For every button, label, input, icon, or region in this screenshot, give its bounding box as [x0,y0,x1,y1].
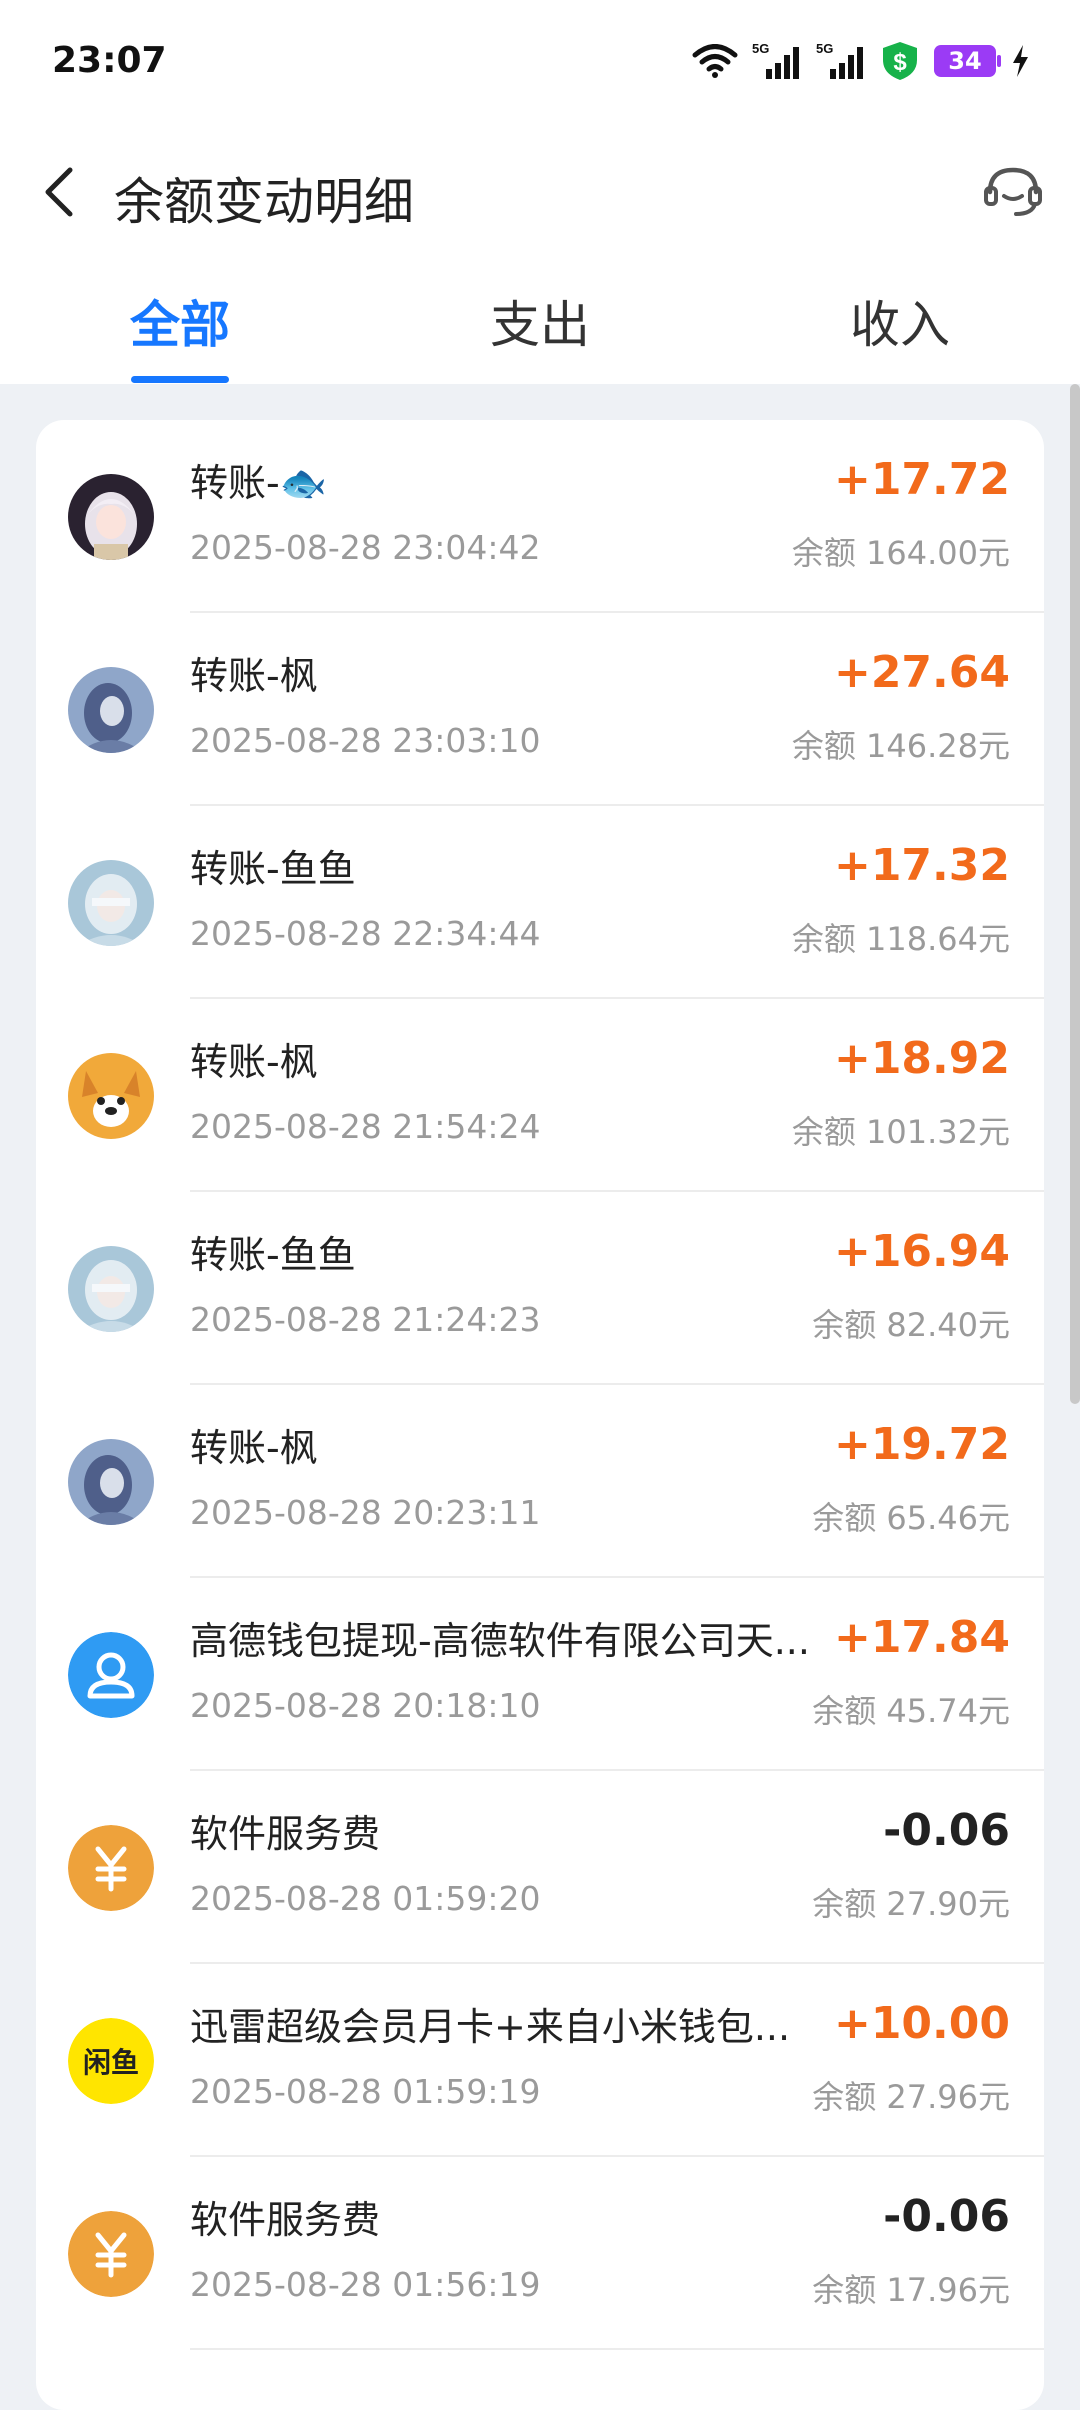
signal-2-icon: 5G [816,41,866,81]
transaction-date: 2025-08-28 22:34:44 [190,914,541,953]
transaction-row[interactable]: 软件服务费 2025-08-28 01:59:20 -0.06 余额 27.90… [36,1771,1044,1964]
corgi-avatar [68,1053,154,1139]
transaction-list: 转账-🐟 2025-08-28 23:04:42 +17.72 余额 164.0… [36,420,1044,2410]
transaction-balance: 余额 82.40元 [812,1306,1010,1344]
transaction-row[interactable]: 转账-鱼鱼 2025-08-28 21:24:23 +16.94 余额 82.4… [36,1192,1044,1385]
tab-all[interactable]: 全部 [60,285,300,357]
status-icons: 5G 5G $ 34 [692,40,1030,82]
transaction-name: 转账-🐟 [190,461,328,505]
transaction-amount: +17.72 [833,454,1010,505]
transaction-amount: +17.32 [833,840,1010,891]
svg-text:闲鱼: 闲鱼 [83,2046,139,2079]
transaction-date: 2025-08-28 01:56:19 [190,2265,541,2304]
transaction-row[interactable]: 转账-枫 2025-08-28 20:23:11 +19.72 余额 65.46… [36,1385,1044,1578]
anime-blindfold-avatar [68,1246,154,1332]
transaction-date: 2025-08-28 20:18:10 [190,1686,541,1725]
transaction-balance: 余额 65.46元 [812,1499,1010,1537]
transaction-date: 2025-08-28 21:24:23 [190,1300,541,1339]
shield-dollar-icon: $ [880,40,920,82]
transaction-date: 2025-08-28 23:03:10 [190,721,541,760]
wifi-icon [692,44,738,78]
transaction-name: 高德钱包提现-高德软件有限公司天... [190,1619,810,1663]
battery-icon: 34 [934,45,1001,77]
transaction-date: 2025-08-28 01:59:19 [190,2072,541,2111]
transaction-name: 迅雷超级会员月卡+来自小米钱包... [190,2005,791,2049]
transaction-balance: 余额 45.74元 [812,1692,1010,1730]
user-icon [68,1632,154,1718]
transaction-balance: 余额 118.64元 [791,920,1010,958]
top-section: 23:07 5G 5G $ 34 余额变动明细 全部 支出 收入 [0,0,1080,384]
transaction-date: 2025-08-28 01:59:20 [190,1879,541,1918]
page-title: 余额变动明细 [114,173,414,231]
transaction-amount: +27.64 [833,647,1010,698]
transaction-balance: 余额 164.00元 [791,534,1010,572]
tab-expense[interactable]: 支出 [420,285,660,357]
svg-text:5G: 5G [816,41,833,56]
transaction-name: 转账-鱼鱼 [190,847,356,891]
transaction-row[interactable]: 转账-🐟 2025-08-28 23:04:42 +17.72 余额 164.0… [36,420,1044,613]
transaction-row[interactable]: 转账-鱼鱼 2025-08-28 22:34:44 +17.32 余额 118.… [36,806,1044,999]
tab-active-indicator [131,376,229,383]
transaction-name: 软件服务费 [190,1812,381,1856]
transaction-amount: -0.06 [883,2191,1010,2242]
transaction-name: 转账-鱼鱼 [190,1233,356,1277]
yuan-icon [68,2211,154,2297]
transaction-amount: +17.84 [833,1612,1010,1663]
tab-income[interactable]: 收入 [780,285,1020,357]
anime-portrait-avatar [68,667,154,753]
transaction-row[interactable]: 闲鱼 迅雷超级会员月卡+来自小米钱包... 2025-08-28 01:59:1… [36,1964,1044,2157]
transaction-amount: +10.00 [833,1998,1010,2049]
customer-service-icon[interactable] [982,162,1044,222]
scrollbar[interactable] [1070,384,1080,1404]
transaction-amount: +19.72 [833,1419,1010,1470]
transaction-row[interactable]: 转账-枫 2025-08-28 23:03:10 +27.64 余额 146.2… [36,613,1044,806]
signal-1-icon: 5G [752,41,802,81]
transaction-name: 转账-枫 [190,1426,318,1470]
transaction-name: 转账-枫 [190,1040,318,1084]
status-time: 23:07 [52,40,167,81]
xianyu-logo: 闲鱼 [68,2018,154,2104]
yuan-icon [68,1825,154,1911]
anime-girl-avatar [68,474,154,560]
transaction-row[interactable]: 软件服务费 2025-08-28 01:56:19 -0.06 余额 17.96… [36,2157,1044,2350]
transaction-date: 2025-08-28 21:54:24 [190,1107,541,1146]
back-icon[interactable] [36,162,86,222]
tab-bar: 全部 支出 收入 [0,285,1080,384]
transaction-date: 2025-08-28 20:23:11 [190,1493,541,1532]
transaction-name: 转账-枫 [190,654,318,698]
transaction-balance: 余额 27.90元 [812,1885,1010,1923]
transaction-balance: 余额 101.32元 [791,1113,1010,1151]
transaction-date: 2025-08-28 23:04:42 [190,528,541,567]
anime-blindfold-avatar [68,860,154,946]
charging-icon [1010,44,1030,78]
transaction-amount: +18.92 [833,1033,1010,1084]
transaction-amount: +16.94 [833,1226,1010,1277]
transaction-row[interactable]: 高德钱包提现-高德软件有限公司天... 2025-08-28 20:18:10 … [36,1578,1044,1771]
header: 余额变动明细 [0,150,1080,234]
transaction-amount: -0.06 [883,1805,1010,1856]
transaction-row[interactable]: 转账-枫 2025-08-28 21:54:24 +18.92 余额 101.3… [36,999,1044,1192]
row-divider [190,2348,1044,2350]
transaction-balance: 余额 17.96元 [812,2271,1010,2309]
status-bar: 23:07 5G 5G $ 34 [0,0,1080,130]
svg-text:5G: 5G [752,41,769,56]
transaction-balance: 余额 146.28元 [791,727,1010,765]
svg-text:$: $ [893,49,907,76]
transaction-balance: 余额 27.96元 [812,2078,1010,2116]
anime-portrait-avatar [68,1439,154,1525]
transaction-name: 软件服务费 [190,2198,381,2242]
